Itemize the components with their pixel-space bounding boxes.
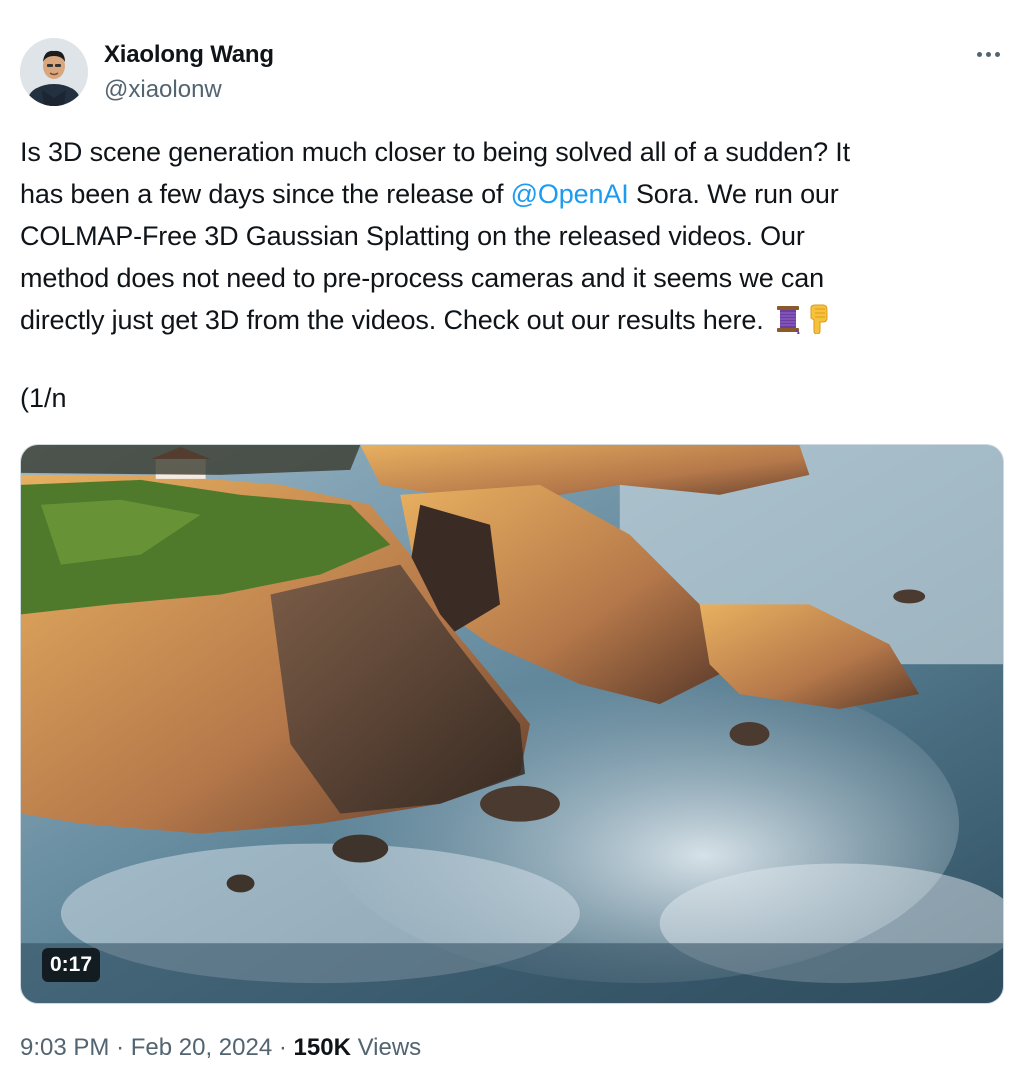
video-player[interactable]: [20, 444, 1004, 1004]
video-duration-badge: 0:17: [42, 948, 101, 982]
more-options-button[interactable]: [968, 40, 1008, 68]
tweet-line: method does not need to pre-process came…: [20, 263, 824, 293]
tweet-meta: 9:03 PM · Feb 20, 2024 · 150K Views: [20, 1034, 421, 1062]
tweet-text-segment: has been a few days since the release of: [20, 179, 511, 209]
author-display-name[interactable]: Xiaolong Wang: [104, 41, 274, 69]
ellipsis-dot: [985, 51, 991, 57]
meta-separator: ·: [278, 1034, 287, 1061]
avatar[interactable]: [20, 38, 88, 106]
tweet-text: Is 3D scene generation much closer to be…: [20, 131, 980, 346]
video-thumbnail-icon: [21, 445, 1003, 1003]
ellipsis-dot: [994, 51, 1000, 57]
thread-marker: (1/n: [20, 383, 67, 413]
tweet-line: directly just get 3D from the videos. Ch…: [20, 299, 980, 346]
mention-link[interactable]: @OpenAI: [511, 179, 629, 209]
post-time[interactable]: 9:03 PM: [20, 1034, 109, 1061]
tweet-line: Is 3D scene generation much closer to be…: [20, 137, 851, 167]
meta-separator: ·: [116, 1034, 125, 1061]
views-label: Views: [357, 1034, 422, 1061]
tweet-text-segment: directly just get 3D from the videos. Ch…: [20, 305, 771, 335]
thread-spool-icon: [775, 304, 801, 346]
post-date[interactable]: Feb 20, 2024: [131, 1034, 272, 1061]
tweet: Xiaolong Wang @xiaolonw Is 3D scene gene…: [0, 0, 1020, 1080]
tweet-line: has been a few days since the release of…: [20, 173, 980, 215]
profile-photo-icon: [20, 38, 88, 106]
views-count: 150K: [293, 1034, 351, 1061]
author-handle[interactable]: @xiaolonw: [104, 76, 222, 104]
ellipsis-icon: [976, 51, 982, 57]
tweet-text-segment: Sora. We run our: [628, 179, 839, 209]
pointing-down-icon: [805, 304, 831, 346]
tweet-line: COLMAP-Free 3D Gaussian Splatting on the…: [20, 221, 805, 251]
